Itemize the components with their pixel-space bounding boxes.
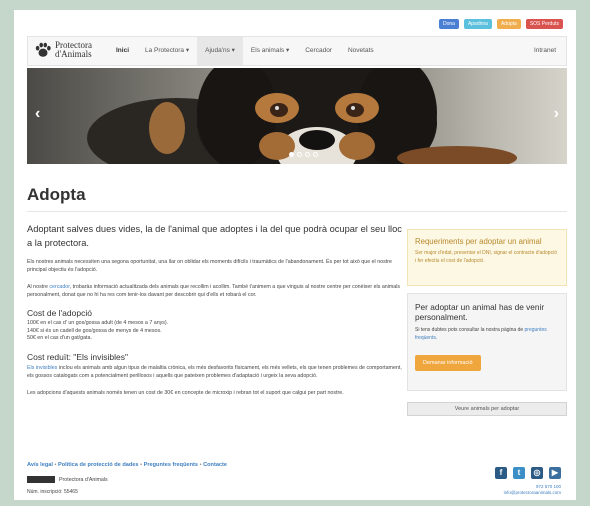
panel-body-text: Si tens dubtes pots consultar la nostra …: [415, 327, 525, 333]
page: Dona Apadrina Adopta SOS Perduts Protect…: [14, 10, 576, 500]
invisibles-paragraph: Els invisibles inclou els animals amb al…: [27, 364, 402, 380]
adopta-button[interactable]: Adopta: [496, 19, 521, 29]
instagram-icon[interactable]: ◎: [531, 467, 543, 479]
search-text-after: , trobaràs informació actualitzada dels …: [27, 284, 401, 298]
search-paragraph: Al nostre cercador, trobaràs informació …: [27, 283, 402, 299]
nav-ajudans[interactable]: Ajuda'ns ▾: [197, 37, 243, 65]
lead-text: Adoptant salves dues vides, la de l'anim…: [27, 224, 402, 248]
panel-title: Per adoptar un animal has de venir perso…: [415, 302, 545, 322]
cost-list: 100€ en el cas d' un gos/gossa adult (de…: [27, 320, 402, 343]
creative-commons-icon[interactable]: [27, 476, 55, 483]
footer-link-privacy[interactable]: Política de protecció de dades: [58, 462, 139, 468]
brand-line-2: d'Animals: [55, 49, 92, 59]
nav-novetats[interactable]: Novetats: [340, 37, 382, 65]
invisibles-text: inclou els animals amb algun tipus de ma…: [27, 364, 402, 379]
navbar: Protectora d'Animals Inici La Protectora…: [27, 36, 567, 66]
page-title: Adopta: [27, 185, 86, 204]
requirements-alert: Requeriments per adoptar un animal Ser m…: [407, 229, 567, 286]
panel-body: Si tens dubtes pots consultar la nostra …: [415, 327, 559, 342]
cost-heading: Cost de l'adopció: [27, 308, 92, 318]
carousel-dot[interactable]: [313, 152, 318, 157]
registration-number: Núm. inscripció: 55465: [27, 489, 78, 495]
carousel-dot[interactable]: [305, 152, 310, 157]
sos-perduts-button[interactable]: SOS Perduts: [525, 19, 563, 29]
carousel-prev-button[interactable]: ‹: [35, 106, 40, 122]
brand-logo[interactable]: Protectora d'Animals: [34, 41, 92, 59]
cost-line: 140€ si és un cadell de gos/gossa de men…: [27, 327, 162, 334]
carousel-indicators: [289, 152, 318, 157]
main-content: Adoptant salves dues vides, la de l'anim…: [27, 222, 402, 406]
nav-cercador[interactable]: Cercador: [297, 37, 340, 65]
footer-link-legal[interactable]: Avís legal: [27, 462, 53, 468]
nav-la-protectora[interactable]: La Protectora ▾: [137, 37, 197, 65]
dona-button[interactable]: Dona: [438, 19, 459, 29]
nav-els-animals[interactable]: Els animals ▾: [243, 37, 297, 65]
search-text-before: Al nostre: [27, 284, 48, 290]
brand-name: Protectora d'Animals: [55, 41, 92, 59]
apadrina-button[interactable]: Apadrina: [463, 19, 492, 29]
request-info-button[interactable]: Demanar informació: [415, 355, 481, 371]
see-animals-button[interactable]: Veure animals per adoptar: [407, 402, 567, 416]
main-nav: Inici La Protectora ▾ Ajuda'ns ▾ Els ani…: [108, 37, 382, 65]
dog-photo: [27, 68, 567, 164]
intro-paragraph: Els nostres animals necessiten una segon…: [27, 259, 392, 273]
license-row: Protectora d'Animals: [27, 476, 108, 483]
cost-line: 50€ en el cas d'un gat/gata.: [27, 335, 92, 342]
adopt-in-person-panel: Per adoptar un animal has de venir perso…: [407, 293, 567, 391]
title-divider: [27, 211, 567, 212]
nav-intranet[interactable]: Intranet: [534, 37, 556, 65]
footer-org-name: Protectora d'Animals: [59, 476, 108, 483]
invisibles-link[interactable]: Els invisibles: [27, 365, 57, 371]
footer-contact: 972 570 100 info@protectoraanimals.com: [504, 484, 561, 496]
carousel-dot[interactable]: [297, 152, 302, 157]
footer-email[interactable]: info@protectoraanimals.com: [504, 490, 561, 496]
hero-carousel: ‹ ›: [27, 68, 567, 164]
invisibles-cost-paragraph: Les adopcions d'aquests animals només te…: [27, 389, 344, 396]
invisibles-heading: Cost reduït: "Els invisibles": [27, 351, 128, 362]
footer-link-faq[interactable]: Preguntes freqüents: [144, 462, 198, 468]
carousel-next-button[interactable]: ›: [554, 106, 559, 122]
cercador-link[interactable]: cercador: [49, 284, 69, 290]
nav-inici[interactable]: Inici: [108, 37, 137, 65]
requirements-body: Ser major d'edat, presentar el DNI, sign…: [415, 250, 557, 264]
paw-icon: [35, 42, 51, 57]
social-links: f t ◎ ▶: [495, 467, 561, 479]
twitter-icon[interactable]: t: [513, 467, 525, 479]
facebook-icon[interactable]: f: [495, 467, 507, 479]
footer-link-contact[interactable]: Contacte: [203, 462, 227, 468]
footer: Avís legal • Política de protecció de da…: [27, 462, 567, 495]
footer-links: Avís legal • Política de protecció de da…: [27, 462, 567, 468]
top-action-pills: Dona Apadrina Adopta SOS Perduts: [438, 19, 563, 29]
youtube-icon[interactable]: ▶: [549, 467, 561, 479]
cost-line: 100€ en el cas d' un gos/gossa adult (de…: [27, 320, 169, 326]
panel-body-end: .: [435, 334, 438, 341]
requirements-title: Requeriments per adoptar un animal: [415, 237, 542, 246]
carousel-dot[interactable]: [289, 152, 294, 157]
